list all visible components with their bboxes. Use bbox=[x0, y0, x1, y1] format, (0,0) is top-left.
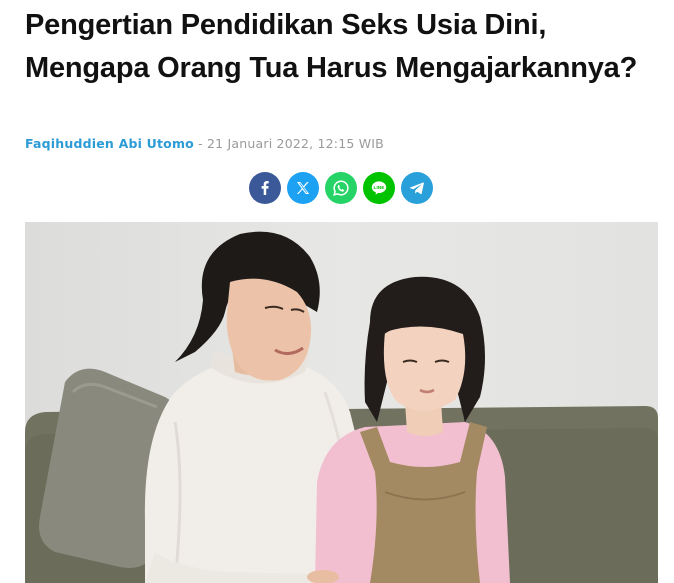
share-whatsapp-button[interactable] bbox=[325, 172, 357, 204]
article-meta: Faqihuddien Abi Utomo - 21 Januari 2022,… bbox=[25, 136, 384, 151]
whatsapp-icon bbox=[333, 180, 349, 196]
share-line-button[interactable]: LINE bbox=[363, 172, 395, 204]
share-telegram-button[interactable] bbox=[401, 172, 433, 204]
hero-image bbox=[25, 222, 658, 583]
author-link[interactable]: Faqihuddien Abi Utomo bbox=[25, 136, 194, 151]
share-x-button[interactable] bbox=[287, 172, 319, 204]
meta-separator: - bbox=[193, 136, 208, 151]
article-title: Pengertian Pendidikan Seks Usia Dini, Me… bbox=[25, 9, 638, 84]
share-facebook-button[interactable] bbox=[249, 172, 281, 204]
line-icon: LINE bbox=[371, 181, 387, 195]
girl-face bbox=[383, 326, 466, 411]
article: Pengertian Pendidikan Seks Usia Dini, Me… bbox=[0, 0, 674, 583]
facebook-icon bbox=[261, 181, 269, 195]
telegram-icon bbox=[409, 182, 424, 195]
publish-date: 21 Januari 2022, 12:15 WIB bbox=[207, 136, 384, 151]
x-icon bbox=[296, 182, 310, 194]
svg-text:LINE: LINE bbox=[374, 185, 386, 191]
share-bar: LINE bbox=[249, 172, 433, 204]
mother-and-daughter-illustration bbox=[25, 222, 658, 583]
mother-face bbox=[226, 278, 312, 381]
